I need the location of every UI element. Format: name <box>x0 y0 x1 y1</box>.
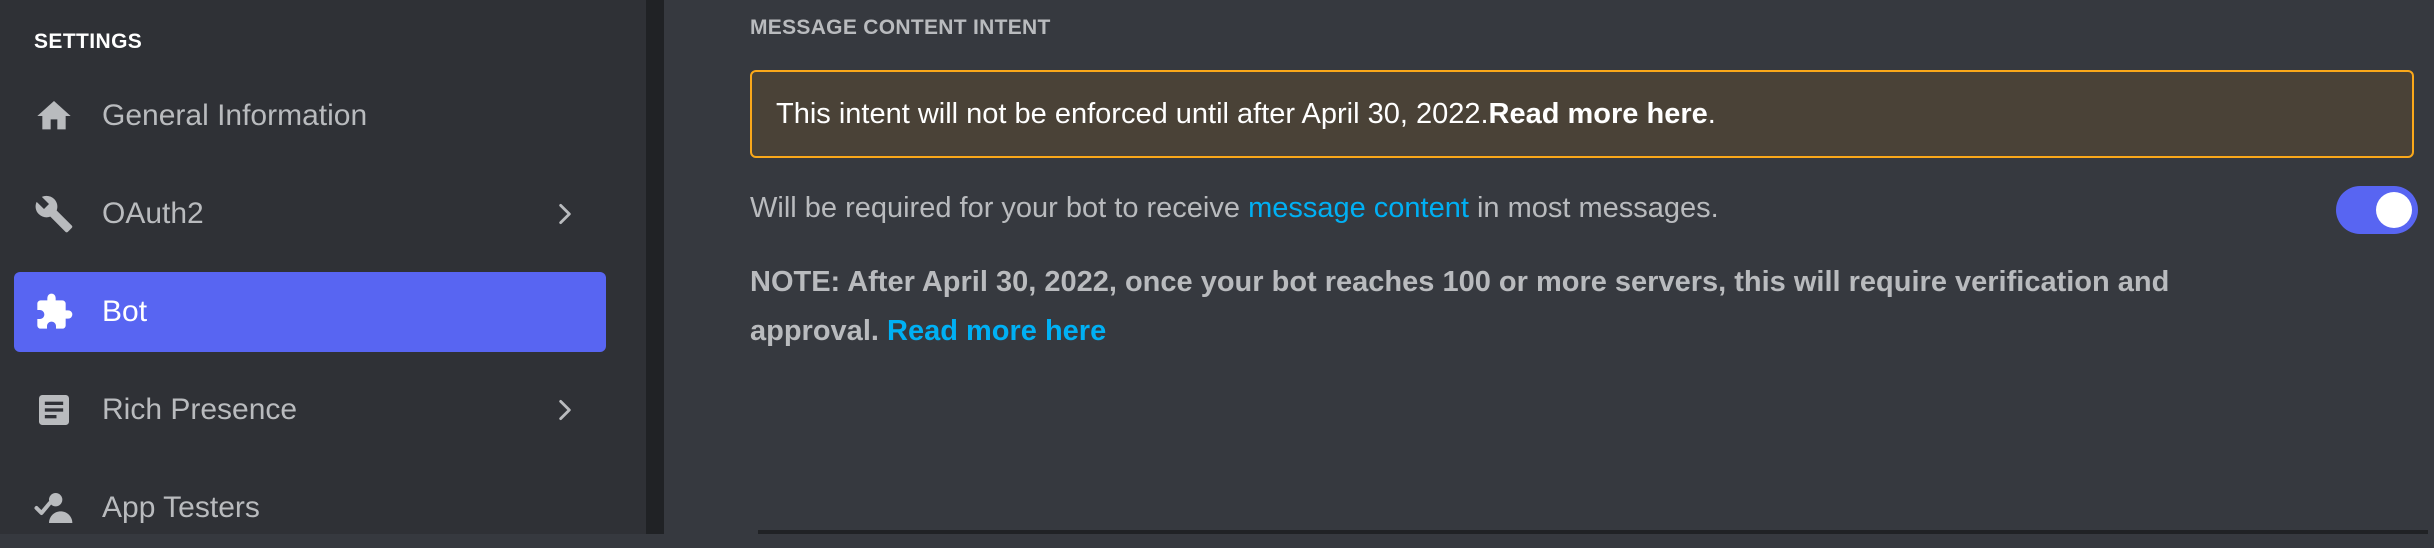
sidebar-item-label: Bot <box>102 295 148 328</box>
sidebar-item-oauth2[interactable]: OAuth2 <box>14 174 606 254</box>
note-read-more-link[interactable]: Read more here <box>887 315 1106 347</box>
person-check-icon <box>34 488 74 528</box>
intent-section-header: MESSAGE CONTENT INTENT <box>750 16 1051 39</box>
document-icon <box>34 390 74 430</box>
wrench-icon <box>34 194 74 234</box>
sidebar-item-label: General Information <box>102 99 368 132</box>
sidebar-section-title: SETTINGS <box>34 30 143 53</box>
message-content-link[interactable]: message content <box>1248 192 1469 224</box>
sidebar-item-label: App Testers <box>102 491 260 524</box>
sidebar-divider <box>646 0 664 534</box>
chevron-right-icon <box>559 399 571 421</box>
sidebar-item-app-testers[interactable]: App Testers <box>14 468 606 548</box>
chevron-right-icon <box>559 203 571 225</box>
sidebar-item-label: OAuth2 <box>102 197 204 230</box>
warning-text: This intent will not be enforced until a… <box>776 97 1489 130</box>
message-content-intent-toggle[interactable] <box>2336 186 2418 234</box>
sidebar-item-rich-presence[interactable]: Rich Presence <box>14 370 606 450</box>
main-content: MESSAGE CONTENT INTENT This intent will … <box>664 0 2434 534</box>
description-text: Will be required for your bot to receive <box>750 192 1249 224</box>
warning-read-more-link[interactable]: Read more here <box>1489 98 1708 131</box>
toggle-knob <box>2376 192 2412 228</box>
home-icon <box>34 96 74 136</box>
sidebar-item-label: Rich Presence <box>102 393 298 426</box>
intent-description: Will be required for your bot to receive… <box>750 192 1719 225</box>
description-text-end: in most messages. <box>1468 192 1719 224</box>
sidebar-item-bot[interactable]: Bot <box>14 272 606 352</box>
section-bottom-divider <box>758 530 2428 534</box>
verification-note: NOTE: After April 30, 2022, once your bo… <box>750 258 2220 356</box>
sidebar-item-general-information[interactable]: General Information <box>14 76 606 156</box>
warning-notice: This intent will not be enforced until a… <box>750 70 2414 158</box>
settings-sidebar: SETTINGS General Information OAuth2 Bot … <box>0 0 646 534</box>
puzzle-icon <box>34 292 74 332</box>
warning-period: . <box>1707 97 1716 130</box>
